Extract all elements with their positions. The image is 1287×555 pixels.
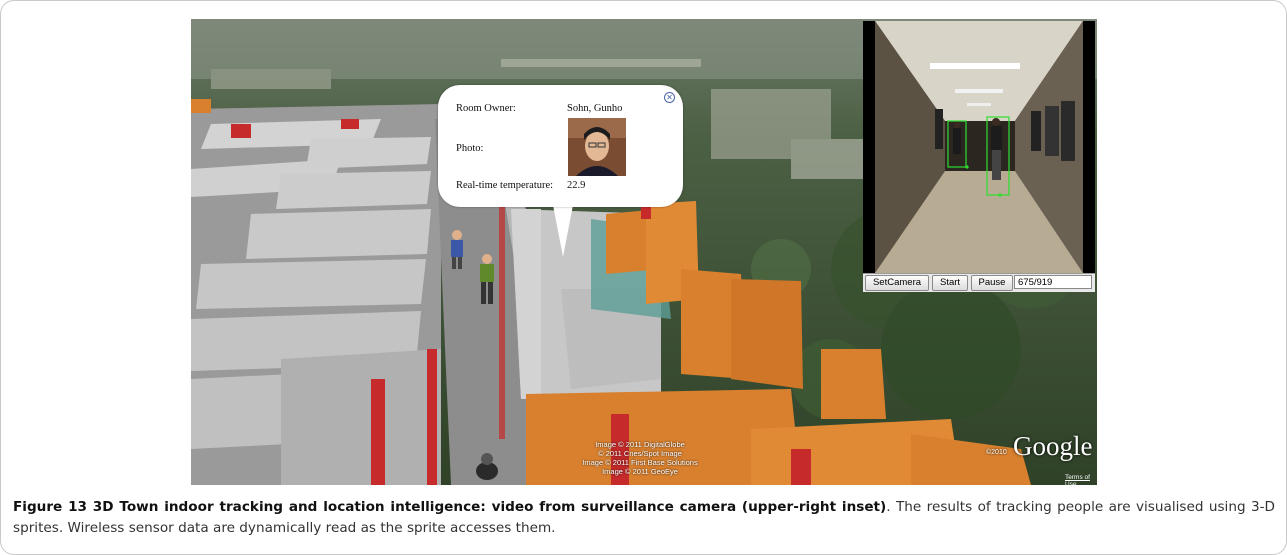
temperature-label: Real-time temperature: <box>456 180 554 191</box>
frame-counter: 675/919 <box>1014 275 1092 289</box>
grey-building-block <box>191 99 441 485</box>
figure-title: Figure 13 3D Town indoor tracking and lo… <box>13 499 887 515</box>
figure-caption: Figure 13 3D Town indoor tracking and lo… <box>13 497 1275 539</box>
google-logo: Google <box>1013 431 1093 461</box>
room-owner-value: Sohn, Gunho <box>567 103 623 114</box>
terms-of-use-link[interactable]: Terms of Use <box>1065 474 1097 485</box>
surveillance-video-inset: SetCamera Start Pause 675/919 <box>863 21 1095 292</box>
photo-label: Photo: <box>456 143 484 154</box>
video-controls: SetCamera Start Pause 675/919 <box>863 273 1095 292</box>
balloon-tail <box>553 205 573 257</box>
close-icon[interactable]: ✕ <box>664 92 675 103</box>
room-owner-label: Room Owner: <box>456 103 516 114</box>
set-camera-button[interactable]: SetCamera <box>865 275 929 291</box>
surveillance-video-frame[interactable] <box>875 21 1083 273</box>
imagery-attribution: Image © 2011 DigitalGlobe © 2011 Cnes/Sp… <box>582 440 698 476</box>
owner-photo <box>568 118 626 176</box>
temperature-value: 22.9 <box>567 180 586 191</box>
room-info-balloon: ✕ Room Owner: Sohn, Gunho Photo: Real-ti… <box>438 85 683 207</box>
google-year: ©2010 <box>986 449 1007 456</box>
start-button[interactable]: Start <box>932 275 968 291</box>
pause-button[interactable]: Pause <box>971 275 1013 291</box>
figure-frame: Image © 2011 DigitalGlobe © 2011 Cnes/Sp… <box>0 0 1287 555</box>
